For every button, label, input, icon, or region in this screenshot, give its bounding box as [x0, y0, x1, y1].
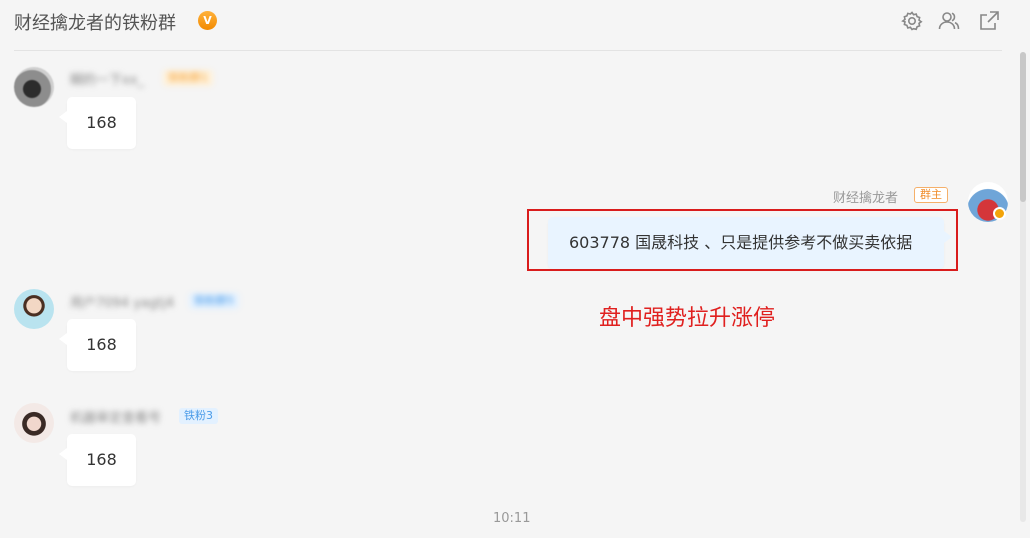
scrollbar[interactable] [1020, 52, 1026, 522]
timestamp: 10:11 [493, 511, 531, 526]
members-icon[interactable] [937, 9, 961, 33]
group-title: 财经擒龙者的铁粉群 [14, 13, 176, 34]
scrollbar-thumb[interactable] [1020, 52, 1026, 202]
fan-level-badge: 铁粉群1 [163, 70, 213, 86]
header-divider [14, 50, 1002, 51]
sender-name[interactable]: 糊的一下xx_ [70, 69, 144, 88]
message-bubble[interactable]: 168 [59, 97, 136, 149]
sender-name[interactable]: 财经擒龙者 [833, 187, 898, 206]
fan-level-badge: 铁粉群5 [189, 293, 239, 309]
avatar[interactable] [14, 67, 54, 107]
gear-icon[interactable] [900, 9, 924, 33]
highlight-box [527, 209, 958, 271]
message-bubble[interactable]: 168 [59, 434, 136, 486]
sender-name[interactable]: 机器审定查看号 [70, 407, 161, 426]
popout-icon[interactable] [977, 9, 1001, 33]
annotation-text: 盘中强势拉升涨停 [599, 306, 776, 331]
avatar[interactable] [14, 403, 54, 443]
chat-header: 财经擒龙者的铁粉群 V [0, 0, 1030, 52]
sender-name[interactable]: 用户7094 yagtj4 [70, 292, 174, 311]
owner-badge: 群主 [914, 187, 948, 203]
avatar[interactable] [14, 289, 54, 329]
verified-v-icon: V [198, 11, 217, 30]
verified-icon [993, 207, 1006, 220]
message-bubble[interactable]: 168 [59, 319, 136, 371]
fan-level-badge: 铁粉3 [179, 408, 218, 424]
